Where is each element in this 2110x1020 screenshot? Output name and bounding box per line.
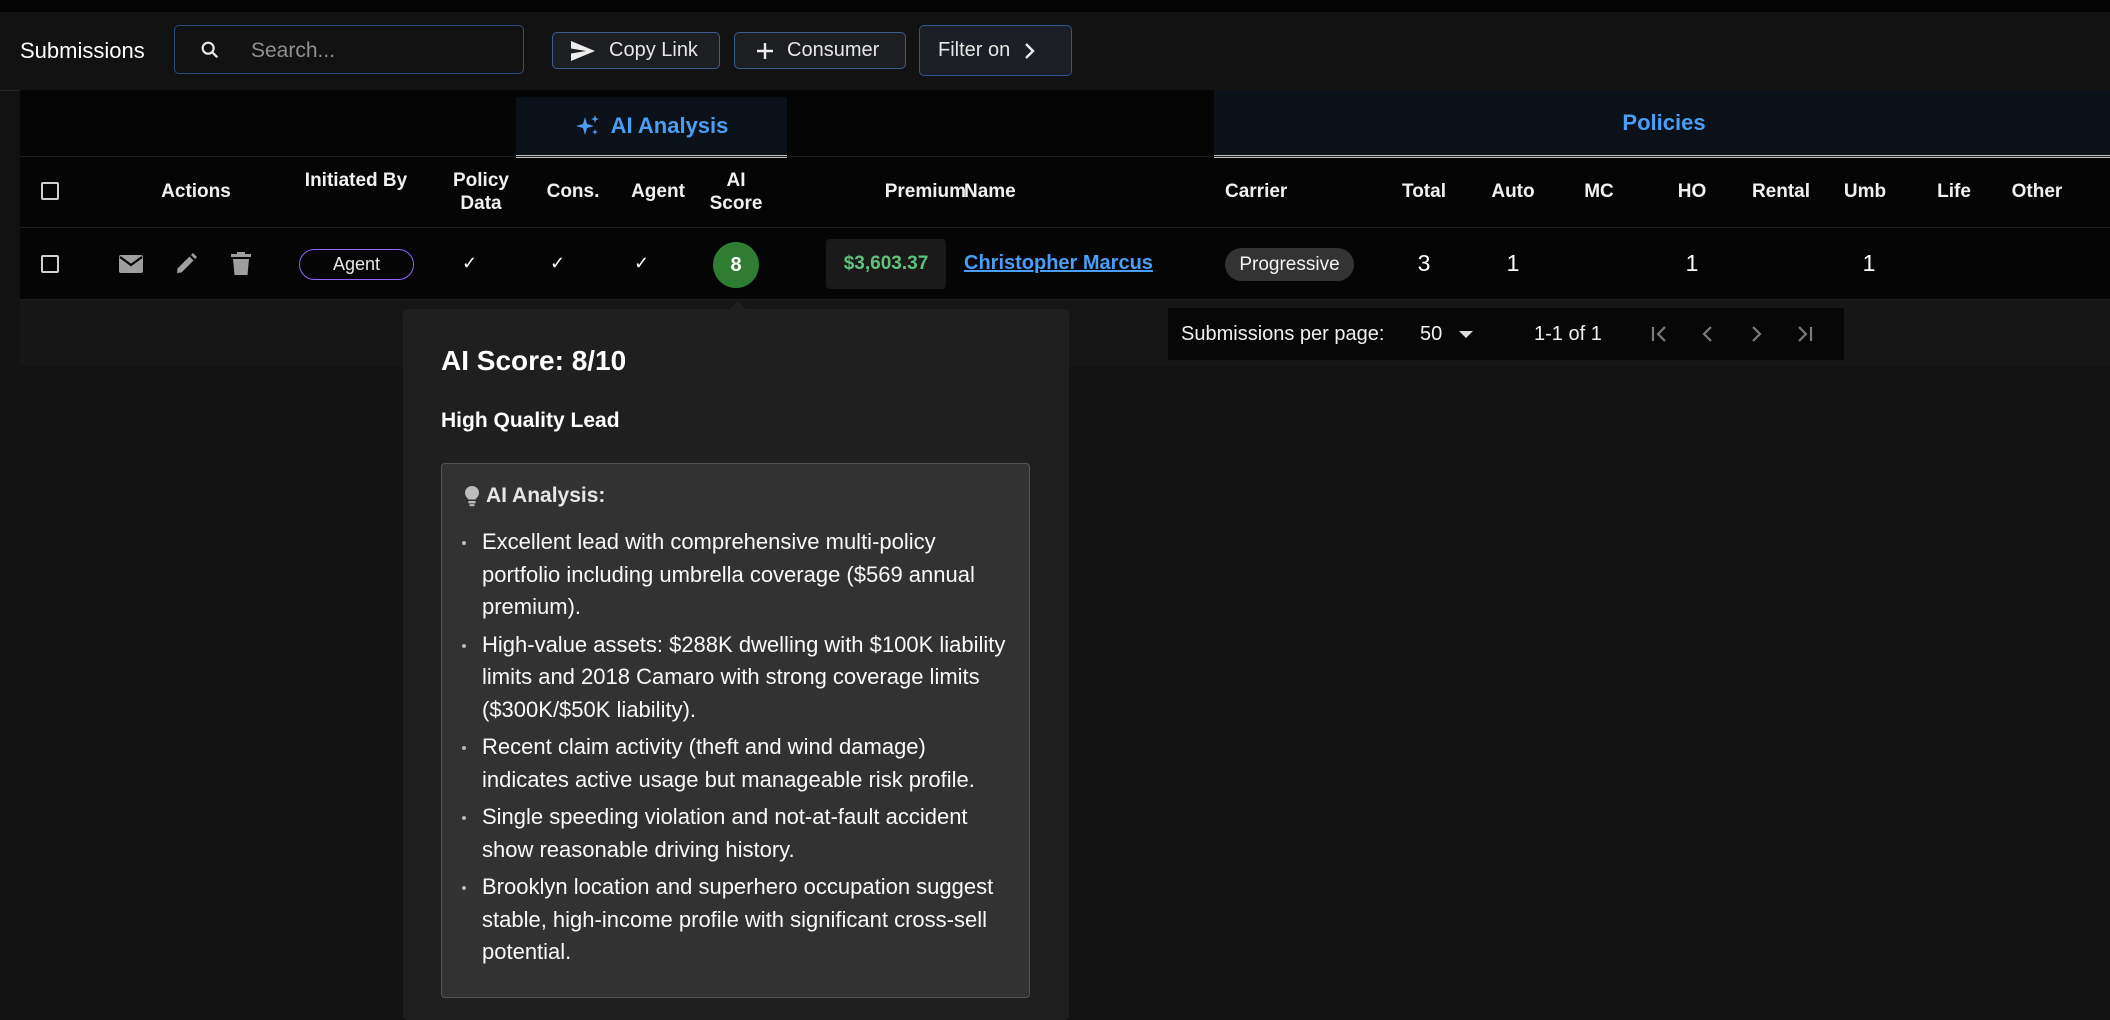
filter-label: Filter on xyxy=(938,39,1011,61)
select-all-checkbox[interactable] xyxy=(41,182,59,200)
col-life[interactable]: Life xyxy=(1909,180,1999,203)
toolbar: Submissions Copy Link Consumer Filter on xyxy=(0,12,2110,91)
analysis-list: Excellent lead with comprehensive multi-… xyxy=(442,526,1031,974)
divider xyxy=(20,227,2110,228)
copy-link-button[interactable]: Copy Link xyxy=(552,32,720,69)
umb-count: 1 xyxy=(1862,250,1876,276)
total-count: 3 xyxy=(1417,250,1431,276)
col-ho[interactable]: HO xyxy=(1647,180,1737,203)
carrier-value: Progressive xyxy=(1239,253,1340,275)
group-header-ai-analysis: AI Analysis xyxy=(516,97,787,158)
col-umb[interactable]: Umb xyxy=(1820,180,1910,203)
add-consumer-button[interactable]: Consumer xyxy=(734,32,906,69)
agent-check-icon: ✓ xyxy=(634,253,650,273)
policy-data-check-icon: ✓ xyxy=(462,253,478,273)
pagination: Submissions per page: 50 1-1 of 1 xyxy=(1168,308,1844,360)
plus-icon xyxy=(757,42,773,59)
search-icon xyxy=(199,39,221,61)
search-input[interactable] xyxy=(249,36,513,66)
analysis-bullet: Brooklyn location and superhero occupati… xyxy=(462,871,1013,969)
auto-count: 1 xyxy=(1506,250,1520,276)
analysis-bullet: High-value assets: $288K dwelling with $… xyxy=(462,629,1013,727)
group-header-policies: Policies xyxy=(1214,90,2110,158)
tooltip-title: AI Score: 8/10 xyxy=(441,345,627,376)
lightbulb-icon xyxy=(465,486,479,507)
cons-check-icon: ✓ xyxy=(550,253,566,273)
consumer-label: Consumer xyxy=(787,39,880,61)
page-range: 1-1 of 1 xyxy=(1534,323,1602,345)
col-carrier[interactable]: Carrier xyxy=(1225,180,1287,203)
mail-icon[interactable] xyxy=(117,250,145,278)
ai-score-tooltip: AI Score: 8/10 High Quality Lead AI Anal… xyxy=(403,301,1069,1020)
last-page-icon[interactable] xyxy=(1790,320,1818,348)
col-name[interactable]: Name xyxy=(964,180,1016,203)
chevron-right-icon xyxy=(1025,42,1035,59)
tooltip-subtitle: High Quality Lead xyxy=(441,409,620,432)
search-box[interactable] xyxy=(174,25,524,74)
divider xyxy=(20,156,2110,157)
analysis-bullet: Recent claim activity (theft and wind da… xyxy=(462,731,1013,796)
filter-button[interactable]: Filter on xyxy=(919,25,1072,76)
carrier-chip: Progressive xyxy=(1225,248,1354,281)
first-page-icon[interactable] xyxy=(1646,320,1674,348)
col-mc[interactable]: MC xyxy=(1554,180,1644,203)
ai-score-badge[interactable]: 8 xyxy=(713,242,759,288)
rows-per-page-select[interactable]: 50 xyxy=(1420,323,1442,346)
copy-link-label: Copy Link xyxy=(609,39,698,61)
col-agent[interactable]: Agent xyxy=(610,180,706,203)
tooltip-arrow xyxy=(730,301,746,309)
group-label-policies: Policies xyxy=(1622,109,1706,135)
analysis-box: AI Analysis: Excellent lead with compreh… xyxy=(441,463,1030,998)
initiated-by-chip: Agent xyxy=(299,249,414,280)
premium-value: $3,603.37 xyxy=(826,239,946,289)
initiated-by-value: Agent xyxy=(332,254,381,274)
trash-icon[interactable] xyxy=(227,250,255,278)
prev-page-icon[interactable] xyxy=(1694,320,1722,348)
col-total[interactable]: Total xyxy=(1379,180,1469,203)
dropdown-arrow-icon[interactable] xyxy=(1459,331,1473,338)
analysis-heading: AI Analysis: xyxy=(464,484,605,508)
col-rental[interactable]: Rental xyxy=(1736,180,1826,203)
pencil-icon[interactable] xyxy=(172,250,200,278)
next-page-icon[interactable] xyxy=(1742,320,1770,348)
sparkle-icon xyxy=(575,115,599,135)
page-title: Submissions xyxy=(20,38,145,63)
customer-name-link[interactable]: Christopher Marcus xyxy=(964,252,1153,275)
col-initiated-by[interactable]: Initiated By xyxy=(288,169,424,192)
col-auto[interactable]: Auto xyxy=(1468,180,1558,203)
row-checkbox[interactable] xyxy=(41,255,59,273)
rows-per-page-label: Submissions per page: xyxy=(1181,323,1385,345)
col-other[interactable]: Other xyxy=(1992,180,2082,203)
col-premium[interactable]: Premium xyxy=(838,180,966,203)
analysis-heading-text: AI Analysis: xyxy=(486,484,606,507)
col-cons[interactable]: Cons. xyxy=(525,180,621,203)
send-icon xyxy=(571,40,595,61)
col-actions[interactable]: Actions xyxy=(140,180,252,203)
submissions-table: AI Analysis Policies Actions Initiated B… xyxy=(20,90,2110,300)
ho-count: 1 xyxy=(1685,250,1699,276)
analysis-bullet: Single speeding violation and not-at-fau… xyxy=(462,801,1013,866)
group-label-ai-analysis: AI Analysis xyxy=(610,113,729,138)
analysis-bullet: Excellent lead with comprehensive multi-… xyxy=(462,526,1013,624)
col-policy-data[interactable]: Policy Data xyxy=(440,169,522,215)
col-ai-score[interactable]: AI Score xyxy=(702,169,770,215)
top-strip xyxy=(0,0,2110,12)
